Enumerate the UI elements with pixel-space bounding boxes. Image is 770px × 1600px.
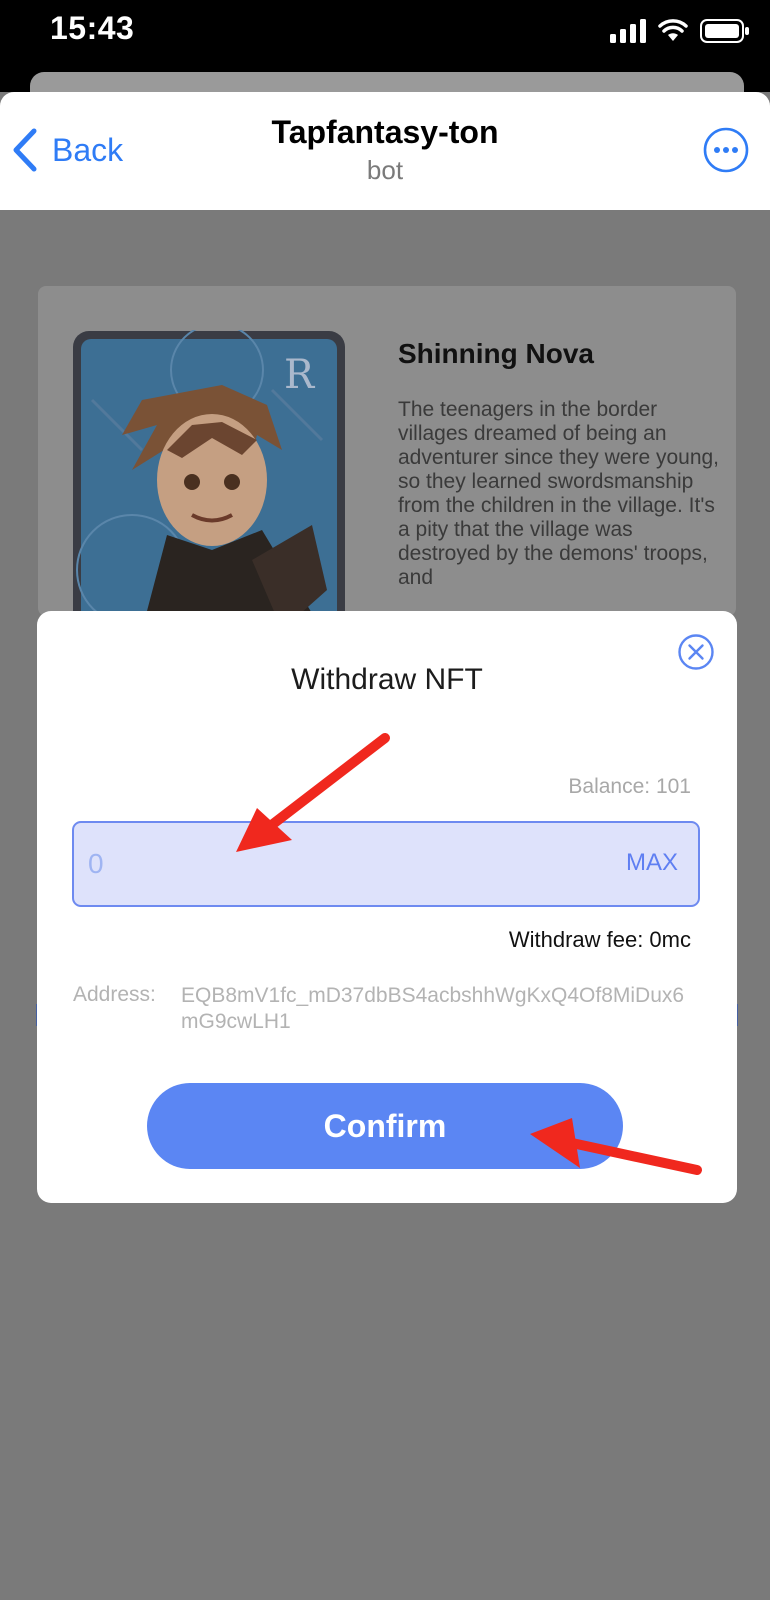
status-time: 15:43 bbox=[50, 10, 135, 46]
max-button[interactable]: MAX bbox=[626, 849, 678, 877]
withdraw-modal: Withdraw NFT Balance: 101 MAX Withdraw f… bbox=[37, 611, 737, 1203]
nav-header: Back Tapfantasy-ton bot bbox=[0, 92, 770, 210]
nft-description: The teenagers in the border villages dre… bbox=[398, 398, 720, 589]
amount-field: MAX bbox=[72, 821, 700, 907]
withdraw-fee-text: Withdraw fee: 0mc bbox=[508, 927, 691, 952]
page-title: Tapfantasy-ton bbox=[271, 114, 499, 150]
status-icons bbox=[610, 14, 750, 48]
more-options-icon bbox=[703, 127, 749, 173]
nft-card: R Shinning Nova The teenagers in the bor… bbox=[38, 286, 736, 616]
address-label: Address: bbox=[73, 983, 156, 1006]
nft-card-image: R bbox=[73, 330, 345, 616]
wifi-icon bbox=[658, 19, 688, 41]
svg-text:R: R bbox=[284, 352, 316, 398]
balance-text: Balance: 101 bbox=[568, 775, 691, 798]
page-subtitle: bot bbox=[366, 155, 404, 185]
amount-input[interactable] bbox=[88, 823, 568, 905]
nft-name: Shinning Nova bbox=[398, 338, 594, 369]
confirm-button[interactable]: Confirm bbox=[147, 1083, 623, 1169]
modal-title: Withdraw NFT bbox=[291, 663, 483, 696]
more-options-button[interactable] bbox=[702, 126, 750, 174]
address-value: EQB8mV1fc_mD37dbBS4acbshhWgKxQ4Of8MiDux6… bbox=[181, 984, 685, 1033]
signal-icon bbox=[610, 19, 646, 43]
battery-icon bbox=[700, 19, 749, 43]
